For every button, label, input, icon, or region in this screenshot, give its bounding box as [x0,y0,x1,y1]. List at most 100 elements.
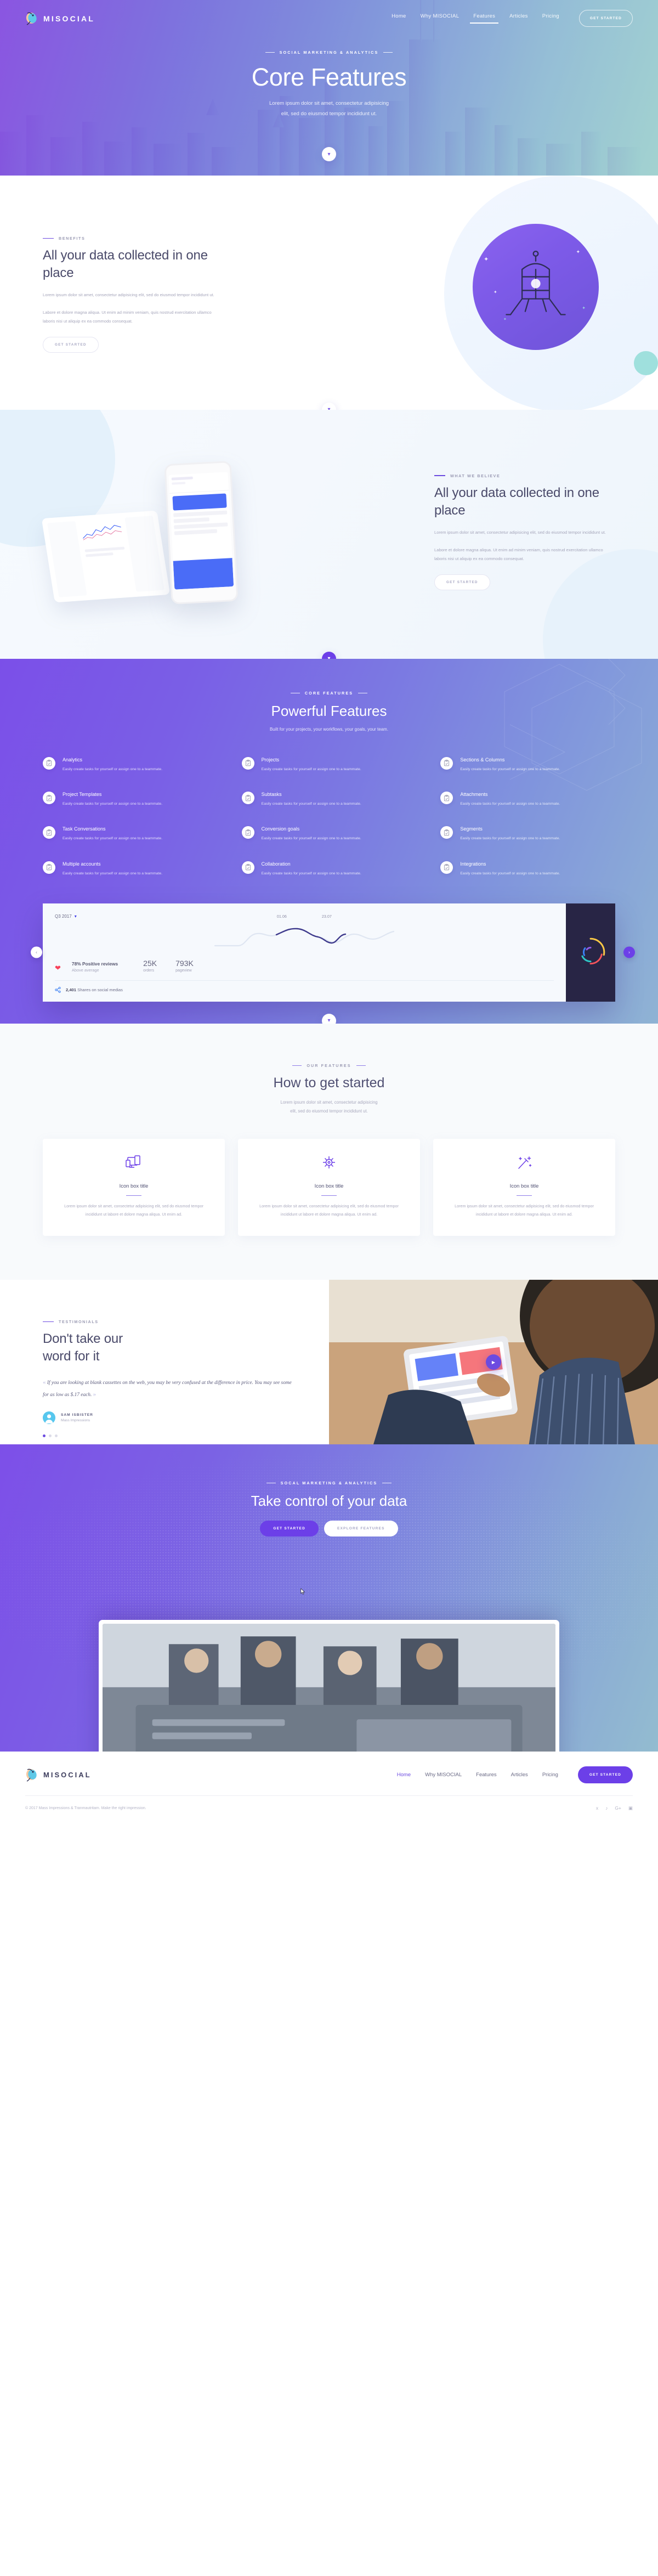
feature-description: Easily create tasks for yourself or assi… [460,802,560,806]
clipboard-check-icon [440,792,453,804]
mouse-cursor-icon [300,1588,305,1595]
positive-reviews-value: 78% Positive reviews [71,961,118,967]
misocial-bird-logo-icon [25,12,38,26]
footer-nav-item-articles[interactable]: Articles [511,1772,528,1778]
chart-date-left: 01.06 [276,913,287,919]
nav-item-features[interactable]: Features [470,13,499,24]
footer-nav-item-features[interactable]: Features [476,1772,497,1778]
period-selector[interactable]: Q3 2017 ▾ [55,914,77,919]
benefits-scroll-down-button[interactable]: ▾ [322,402,336,410]
feature-item-task-conversations[interactable]: Task Conversations Easily create tasks fo… [43,826,218,842]
pageview-label: pageview [175,968,192,973]
feature-item-project-templates[interactable]: Project Templates Easily create tasks for… [43,792,218,807]
footer-get-started-button[interactable]: GET STARTED [577,1766,633,1784]
footer-nav-item-home[interactable]: Home [397,1772,411,1778]
cta-explore-features-button[interactable]: EXPLORE FEATURES [324,1521,398,1537]
clipboard-check-icon [440,826,453,839]
facebook-icon[interactable]: x [596,1805,598,1811]
chevron-right-icon: › [628,950,630,955]
powerful-scroll-down-button[interactable]: ▾ [322,1013,336,1024]
started-subtitle-line1: Lorem ipsum dolor sit amet, consectetur … [280,1099,378,1105]
hero-scroll-down-button[interactable]: ▾ [322,147,336,161]
powerful-header: CORE FEATURES Powerful Features Built fo… [0,691,658,732]
footer-nav-item-why-misocial[interactable]: Why MISOCIAL [425,1772,462,1778]
cta-get-started-button[interactable]: GET STARTED [260,1521,319,1537]
nav-item-home[interactable]: Home [392,13,406,24]
hero-subtitle: Lorem ipsum dolor sit amet, consectetur … [0,99,658,119]
quote-open-icon: « [43,1379,46,1386]
cta-eyebrow: SOCAL MARKETING & ANALYTICS [0,1481,658,1485]
get-started-button-header[interactable]: GET STARTED [578,10,633,27]
play-icon: ▶ [491,1359,496,1365]
social-links: x ♪ G+ ▣ [596,1805,633,1811]
feature-title: Task Conversations [63,826,106,832]
believe-eyebrow: WHAT WE BELIEVE [434,473,615,478]
clipboard-check-icon [241,861,254,874]
feature-title: Project Templates [63,792,102,797]
features-grid: Analytics Easily create tasks for yoursel… [0,732,658,877]
testimonial-author: SAM ISBISTER Mass Impressions [43,1411,296,1424]
page-root: MISOCIAL Home Why MISOCIAL Features Arti… [0,0,658,1824]
testimonial-pagination-dots [43,1434,296,1437]
started-subtitle-line2: elit, sed do eiusmod tempor incididunt u… [290,1108,368,1114]
cta-content: SOCAL MARKETING & ANALYTICS Take control… [0,1481,658,1595]
pagination-dot-2[interactable] [49,1434,52,1437]
pagination-dot-3[interactable] [55,1434,58,1437]
heart-icon: ❤ [55,963,61,972]
benefits-text-column: BENEFITS All your data collected in one … [43,224,224,353]
twitter-icon[interactable]: ♪ [605,1805,608,1811]
feature-item-attachments[interactable]: Attachments Easily create tasks for yours… [440,792,615,807]
powerful-eyebrow: CORE FEATURES [0,691,658,696]
feature-item-conversion-goals[interactable]: Conversion goals Easily create tasks for … [241,826,417,842]
carousel-next-button[interactable]: › [623,946,635,958]
device-mockups-image [41,448,300,613]
logo[interactable]: MISOCIAL [25,12,95,26]
carousel-prev-button[interactable]: ‹ [31,946,42,958]
icon-box-3[interactable]: Icon box title Lorem ipsum dolor sit ame… [433,1138,615,1236]
chart-date-right: 23.07 [321,913,332,919]
feature-description: Easily create tasks for yourself or assi… [261,871,361,875]
clipboard-check-icon [241,826,254,839]
feature-item-analytics[interactable]: Analytics Easily create tasks for yoursel… [43,756,218,773]
icon-box-2[interactable]: Icon box title Lorem ipsum dolor sit ame… [238,1138,420,1236]
footer-logo-text: MISOCIAL [43,1771,92,1780]
feature-title: Projects [261,756,280,762]
icon-box-3-text: Lorem ipsum dolor sit amet, consectetur … [455,1204,594,1217]
feature-item-integrations[interactable]: Integrations Easily create tasks for your… [440,861,615,877]
feature-title: Conversion goals [261,826,300,832]
clipboard-check-icon [43,756,55,770]
cta-title: Take control of your data [251,1493,407,1510]
nav-item-why-misocial[interactable]: Why MISOCIAL [421,13,460,24]
feature-item-multiple-accounts[interactable]: Multiple accounts Easily create tasks for… [43,861,218,877]
feature-description: Easily create tasks for yourself or assi… [63,767,163,771]
footer-logo[interactable]: MISOCIAL [25,1768,92,1782]
feature-item-segments[interactable]: Segments Easily create tasks for yourself… [440,826,615,842]
icon-boxes-row: Icon box title Lorem ipsum dolor sit ame… [0,1116,658,1236]
pagination-dot-1[interactable] [43,1434,46,1437]
feature-item-subtasks[interactable]: Subtasks Easily create tasks for yourself… [241,792,417,807]
icon-box-2-title: Icon box title [314,1182,344,1189]
instagram-icon[interactable]: ▣ [628,1805,633,1811]
benefits-get-started-button[interactable]: GET STARTED [43,336,99,353]
play-video-button[interactable]: ▶ [486,1354,501,1370]
nav-item-articles[interactable]: Articles [509,13,528,24]
share-nodes-icon [55,986,61,993]
feature-description: Easily create tasks for yourself or assi… [460,767,560,771]
footer-nav-item-pricing[interactable]: Pricing [542,1772,558,1778]
feature-description: Easily create tasks for yourself or assi… [63,837,163,841]
icon-box-1[interactable]: Icon box title Lorem ipsum dolor sit ame… [43,1138,225,1236]
feature-item-collaboration[interactable]: Collaboration Easily create tasks for you… [241,861,417,877]
phone-mockup [164,460,239,605]
google-plus-icon[interactable]: G+ [615,1805,621,1811]
feature-item-sections-columns[interactable]: Sections & Columns Easily create tasks fo… [440,756,615,773]
believe-scroll-down-button[interactable]: ▾ [322,651,336,659]
feature-item-projects[interactable]: Projects Easily create tasks for yourself… [241,756,417,773]
feature-title: Attachments [460,792,488,797]
divider [321,1195,337,1196]
logo-text: MISOCIAL [43,14,95,23]
started-title: How to get started [273,1075,385,1091]
feature-description: Easily create tasks for yourself or assi… [261,767,361,771]
started-eyebrow: OUR FEATURES [0,1063,658,1068]
believe-get-started-button[interactable]: GET STARTED [434,574,490,590]
nav-item-pricing[interactable]: Pricing [542,13,559,24]
